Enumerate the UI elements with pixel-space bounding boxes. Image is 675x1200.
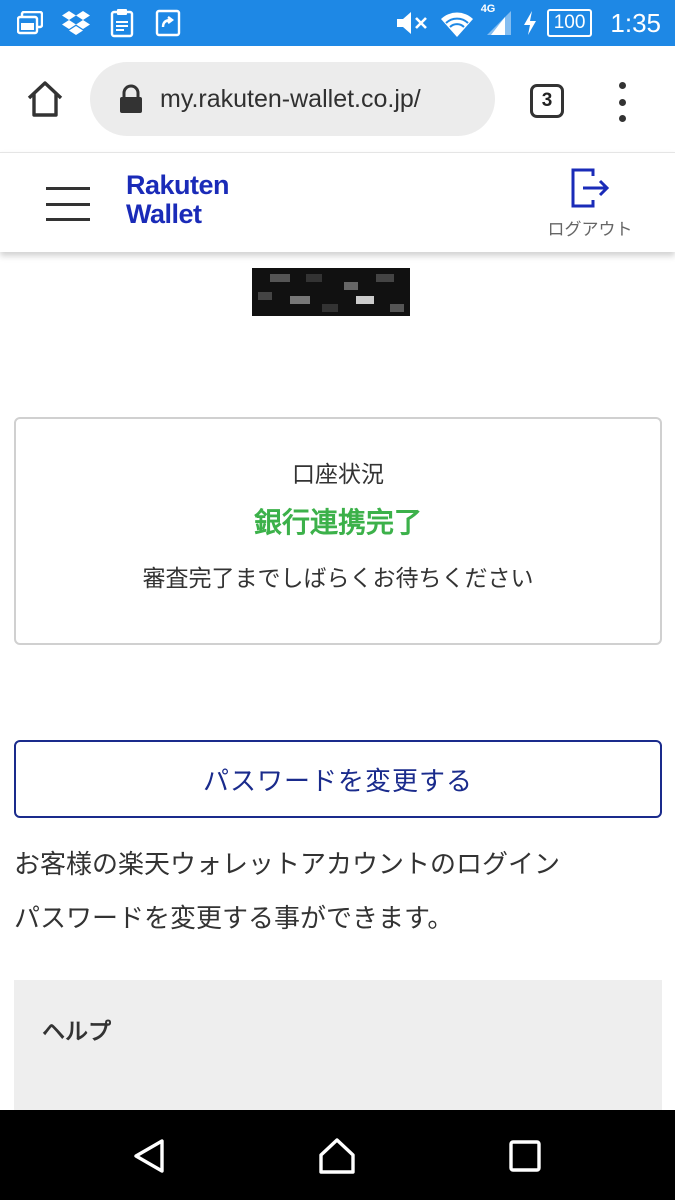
logout-icon [571, 168, 610, 208]
back-icon [134, 1139, 164, 1173]
account-status-title: 口座状況 [292, 462, 384, 488]
hamburger-line [46, 218, 90, 221]
help-section: ヘルプ [14, 980, 662, 1110]
battery-level: 100 [546, 9, 593, 37]
account-status-value: 銀行連携完了 [253, 506, 422, 539]
hamburger-line [46, 202, 90, 206]
site-header: Rakuten Wallet ログアウト [0, 152, 675, 252]
menu-dot [618, 115, 626, 122]
logout-button[interactable]: ログアウト [540, 167, 640, 240]
browser-toolbar: my.rakuten-wallet.co.jp/ 3 [0, 46, 675, 152]
cellular-signal-icon: 4G [481, 3, 513, 37]
address-bar[interactable]: my.rakuten-wallet.co.jp/ [90, 62, 495, 136]
home-icon [27, 81, 63, 117]
browser-menu-button[interactable] [610, 82, 634, 122]
recents-button[interactable] [505, 1136, 545, 1176]
logo-line-1: Rakuten [126, 170, 230, 200]
gallery-icon [16, 9, 44, 37]
back-button[interactable] [130, 1136, 170, 1176]
system-indicators: 4G 100 1:35 [395, 0, 661, 46]
masked-user-name [252, 268, 410, 316]
home-button[interactable] [22, 76, 68, 122]
rakuten-wallet-logo[interactable]: Rakuten Wallet [126, 170, 230, 229]
change-password-description: お客様の楽天ウォレットアカウントのログイン パスワードを変更する事ができます。 [14, 838, 664, 946]
clipboard-icon [108, 9, 136, 38]
account-status-note: 審査完了までしばらくお待ちください [142, 566, 534, 592]
network-type-label: 4G [480, 3, 496, 15]
hamburger-line [46, 187, 90, 190]
dropbox-icon [62, 9, 90, 37]
description-line-2: パスワードを変更する事ができます。 [14, 904, 454, 934]
home-nav-button[interactable] [317, 1136, 357, 1176]
change-password-button[interactable]: パスワードを変更する [14, 740, 662, 818]
logo-line-2: Wallet [126, 199, 202, 229]
hamburger-menu-button[interactable] [46, 187, 90, 221]
wifi-icon [439, 8, 475, 38]
help-title: ヘルプ [42, 1019, 111, 1045]
status-bar: 4G 100 1:35 [0, 0, 675, 46]
charging-icon [523, 10, 537, 36]
notification-icons [16, 8, 182, 38]
tab-switcher-button[interactable]: 3 [530, 84, 564, 118]
mute-icon [395, 10, 429, 36]
menu-dot [618, 82, 626, 89]
navigation-bar [0, 1110, 675, 1200]
clock: 1:35 [610, 7, 661, 38]
account-status-card: 口座状況 銀行連携完了 審査完了までしばらくお待ちください [14, 417, 662, 645]
recents-icon [509, 1140, 541, 1172]
description-line-1: お客様の楽天ウォレットアカウントのログイン [14, 850, 561, 880]
url-text: my.rakuten-wallet.co.jp/ [160, 84, 421, 113]
home-nav-icon [319, 1138, 355, 1174]
lock-icon [120, 84, 142, 113]
logout-label: ログアウト [547, 220, 633, 240]
app-share-icon [154, 9, 182, 37]
menu-dot [618, 98, 626, 106]
